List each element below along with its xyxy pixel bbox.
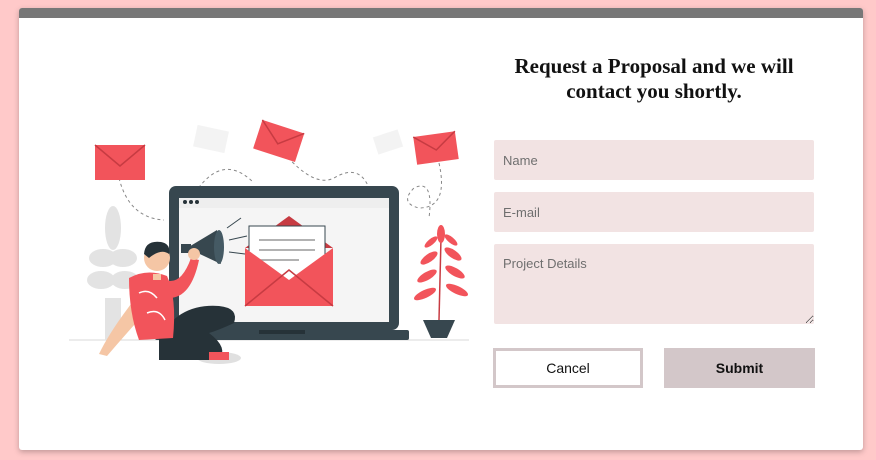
marketing-illustration <box>69 119 469 364</box>
gray-envelope-1-icon <box>193 124 229 154</box>
red-envelope-right-icon <box>412 130 459 165</box>
submit-button[interactable]: Submit <box>664 348 815 388</box>
form-title-bold: Request a Proposal <box>514 54 687 78</box>
form-title: Request a Proposal and we will contact y… <box>493 54 815 104</box>
gray-envelope-2-icon <box>372 129 404 155</box>
card-top-bar <box>19 8 863 18</box>
project-details-textarea[interactable] <box>494 244 814 324</box>
red-plant-right <box>413 225 469 338</box>
cancel-button[interactable]: Cancel <box>493 348 643 388</box>
name-input[interactable] <box>494 140 814 180</box>
open-envelope-icon <box>244 216 334 307</box>
red-envelope-center-icon <box>253 119 305 163</box>
email-input[interactable] <box>494 192 814 232</box>
proposal-card: Request a Proposal and we will contact y… <box>19 8 863 450</box>
red-envelope-left-icon <box>94 144 146 180</box>
